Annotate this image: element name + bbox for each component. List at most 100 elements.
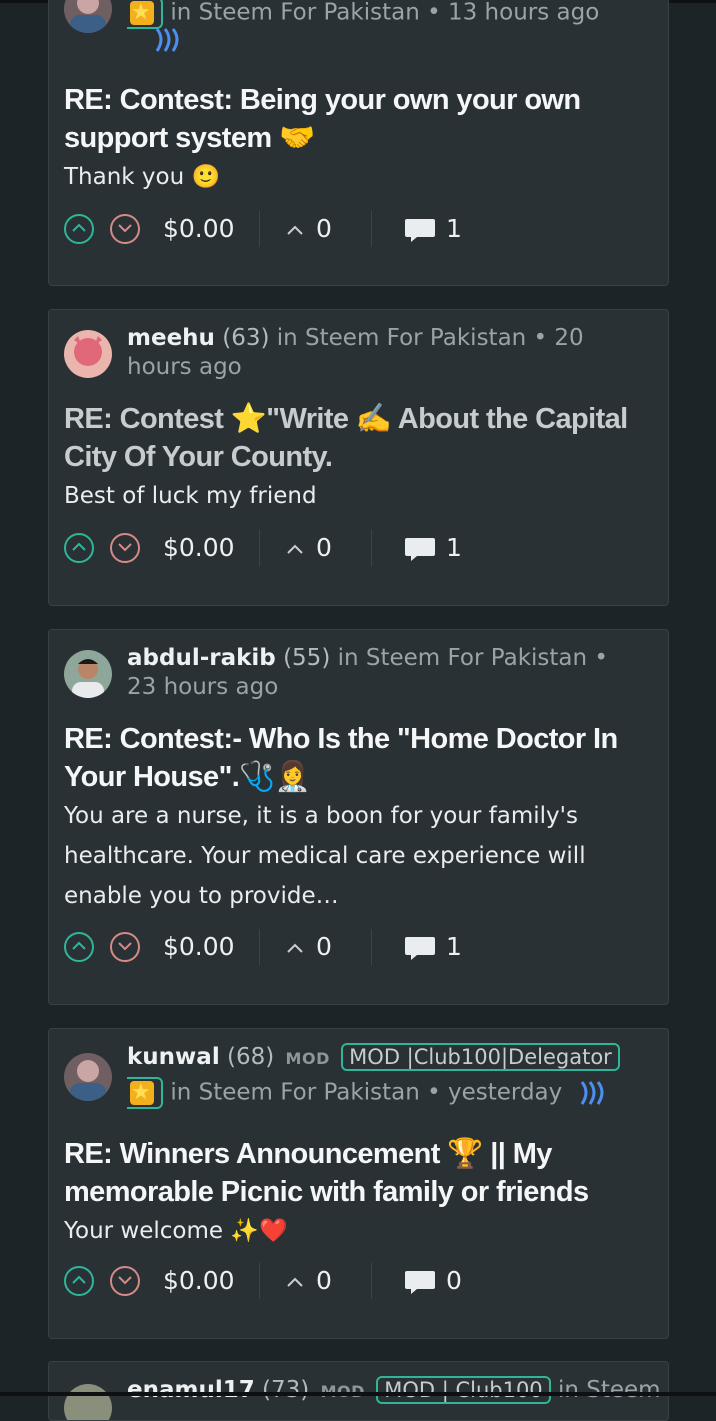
comment-count-value: 1 (446, 533, 462, 562)
avatar[interactable] (64, 1053, 112, 1101)
chevron-down-icon (118, 942, 132, 951)
vote-count[interactable]: 0 (286, 929, 332, 965)
upvote-button[interactable] (64, 214, 94, 244)
caret-up-icon (287, 225, 303, 235)
vote-count-value: 0 (316, 533, 332, 562)
post-meta-line: in Steem For Pakistan • 13 hours ago (127, 0, 638, 29)
avatar-image (70, 0, 106, 33)
post-meta-line-2: in Steem For Pakistan • yesterday (127, 1077, 648, 1109)
screen-bottom-edge (0, 1392, 716, 1396)
user-badge: MOD |Club100|Delegator (341, 1043, 620, 1071)
post-actions: $0.00 0 0 (64, 1263, 664, 1303)
divider (371, 211, 372, 247)
comment-count[interactable]: 1 (404, 530, 462, 566)
post-actions: $0.00 0 1 (64, 530, 664, 570)
vote-count-value: 0 (316, 932, 332, 961)
avatar[interactable] (64, 650, 112, 698)
post-card[interactable]: enamul17 (73) MOD MOD | Club100 in Steem (48, 1361, 669, 1421)
divider (259, 211, 260, 247)
post-actions: $0.00 0 1 (64, 929, 664, 969)
post-meta-line: meehu (63) in Steem For Pakistan • 20 ho… (127, 324, 638, 382)
vote-count[interactable]: 0 (286, 211, 332, 247)
divider (259, 1263, 260, 1299)
author-reputation: (68) (227, 1044, 275, 1070)
divider (371, 929, 372, 965)
post-card[interactable]: abdul-rakib (55) in Steem For Pakistan •… (48, 629, 669, 1005)
avatar-image (70, 1060, 106, 1101)
comment-bubble-icon (405, 937, 435, 960)
chevron-up-icon (72, 1275, 86, 1284)
author-reputation: (73) (262, 1377, 310, 1403)
post-body[interactable]: Your welcome ✨❤️ (64, 1211, 628, 1251)
chevron-up-icon (72, 542, 86, 551)
comment-count[interactable]: 1 (404, 929, 462, 965)
post-title[interactable]: RE: Contest ⭐"Write ✍️ About the Capital… (64, 400, 648, 476)
comment-count-value: 0 (446, 1266, 462, 1295)
comment-bubble-icon (405, 538, 435, 561)
vote-count-value: 0 (316, 214, 332, 243)
chevron-up-icon (72, 941, 86, 950)
divider (371, 530, 372, 566)
upvote-button[interactable] (64, 932, 94, 962)
payout-value[interactable]: $0.00 (163, 211, 235, 247)
chevron-down-icon (118, 224, 132, 233)
chevron-down-icon (118, 543, 132, 552)
downvote-button[interactable] (110, 214, 140, 244)
post-meta: in Steem (557, 1377, 661, 1403)
author-name[interactable]: abdul-rakib (127, 645, 276, 671)
downvote-button[interactable] (110, 533, 140, 563)
avatar[interactable] (64, 0, 112, 33)
steem-logo-icon (155, 28, 179, 52)
post-meta-line: abdul-rakib (55) in Steem For Pakistan •… (127, 644, 638, 702)
post-card[interactable]: kunwal (68) MOD MOD |Club100|Delegator i… (48, 1028, 669, 1339)
post-card[interactable]: in Steem For Pakistan • 13 hours ago RE:… (48, 0, 669, 286)
comment-count[interactable]: 1 (404, 211, 462, 247)
divider (259, 530, 260, 566)
comment-count-value: 1 (446, 214, 462, 243)
post-title[interactable]: RE: Contest:- Who Is the "Home Doctor In… (64, 720, 648, 796)
caret-up-icon (287, 544, 303, 554)
downvote-button[interactable] (110, 932, 140, 962)
steem-logo-icon (580, 1081, 604, 1105)
divider (259, 929, 260, 965)
avatar[interactable] (64, 330, 112, 378)
post-actions: $0.00 0 1 (64, 211, 664, 251)
payout-value[interactable]: $0.00 (163, 929, 235, 965)
caret-up-icon (287, 943, 303, 953)
avatar-image (74, 336, 102, 366)
divider (371, 1263, 372, 1299)
comment-bubble-icon (405, 219, 435, 242)
user-badge: MOD | Club100 (376, 1376, 551, 1404)
post-meta: in Steem For Pakistan • yesterday (170, 1079, 563, 1106)
vote-count-value: 0 (316, 1266, 332, 1295)
comment-count[interactable]: 0 (404, 1263, 462, 1299)
mod-label: MOD (285, 1049, 330, 1068)
post-meta: in Steem For Pakistan • 13 hours ago (170, 0, 600, 26)
avatar-image (72, 659, 104, 698)
chevron-down-icon (118, 1276, 132, 1285)
post-meta-line: enamul17 (73) MOD MOD | Club100 in Steem (127, 1376, 661, 1406)
avatar[interactable] (64, 1384, 112, 1420)
author-name[interactable]: enamul17 (127, 1377, 255, 1403)
post-title[interactable]: RE: Contest: Being your own your own sup… (64, 81, 648, 157)
upvote-button[interactable] (64, 1266, 94, 1296)
payout-value[interactable]: $0.00 (163, 1263, 235, 1299)
post-body[interactable]: You are a nurse, it is a boon for your f… (64, 796, 628, 916)
author-name[interactable]: kunwal (127, 1044, 220, 1070)
vote-count[interactable]: 0 (286, 530, 332, 566)
badge-star (127, 1077, 163, 1109)
caret-up-icon (287, 1277, 303, 1287)
post-body[interactable]: Best of luck my friend (64, 476, 628, 516)
chevron-up-icon (72, 223, 86, 232)
post-title[interactable]: RE: Winners Announcement 🏆 || My memorab… (64, 1135, 648, 1211)
vote-count[interactable]: 0 (286, 1263, 332, 1299)
comment-bubble-icon (405, 1271, 435, 1294)
author-name[interactable]: meehu (127, 325, 215, 351)
post-meta-line: kunwal (68) MOD MOD |Club100|Delegator (127, 1043, 648, 1073)
author-reputation: (55) (283, 645, 331, 671)
post-card[interactable]: meehu (63) in Steem For Pakistan • 20 ho… (48, 309, 669, 606)
payout-value[interactable]: $0.00 (163, 530, 235, 566)
upvote-button[interactable] (64, 533, 94, 563)
post-body[interactable]: Thank you 🙂 (64, 157, 628, 197)
downvote-button[interactable] (110, 1266, 140, 1296)
